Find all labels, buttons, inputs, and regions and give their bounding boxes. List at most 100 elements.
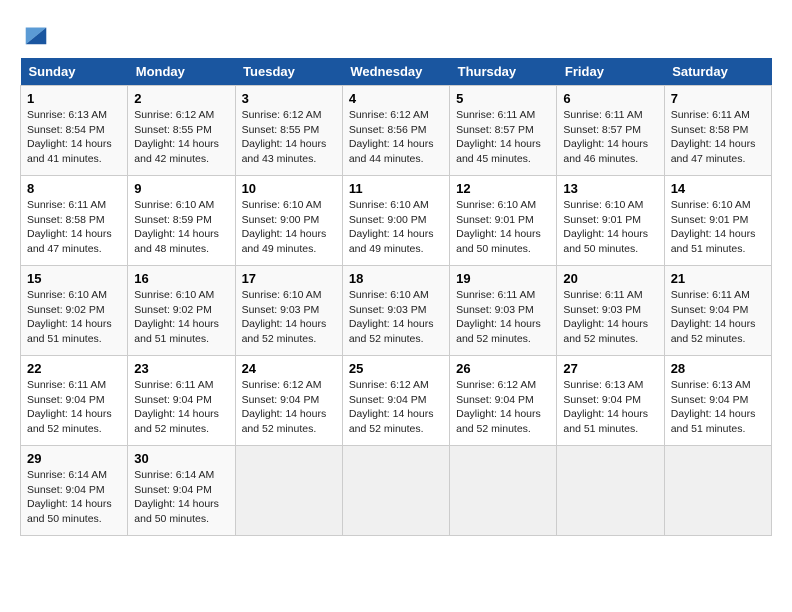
- logo-icon: [22, 20, 50, 48]
- day-info: Sunrise: 6:11 AM Sunset: 8:57 PM Dayligh…: [563, 109, 648, 165]
- day-info: Sunrise: 6:13 AM Sunset: 9:04 PM Dayligh…: [671, 379, 756, 435]
- day-number: 23: [134, 361, 228, 376]
- calendar-cell: [557, 446, 664, 536]
- calendar-cell: 4 Sunrise: 6:12 AM Sunset: 8:56 PM Dayli…: [342, 86, 449, 176]
- calendar-week-row: 1 Sunrise: 6:13 AM Sunset: 8:54 PM Dayli…: [21, 86, 772, 176]
- day-info: Sunrise: 6:10 AM Sunset: 9:03 PM Dayligh…: [349, 289, 434, 345]
- day-number: 16: [134, 271, 228, 286]
- weekday-header: Friday: [557, 58, 664, 86]
- day-number: 10: [242, 181, 336, 196]
- calendar-week-row: 29 Sunrise: 6:14 AM Sunset: 9:04 PM Dayl…: [21, 446, 772, 536]
- page-header: [20, 20, 772, 48]
- calendar-cell: 12 Sunrise: 6:10 AM Sunset: 9:01 PM Dayl…: [450, 176, 557, 266]
- calendar-week-row: 22 Sunrise: 6:11 AM Sunset: 9:04 PM Dayl…: [21, 356, 772, 446]
- calendar-cell: 30 Sunrise: 6:14 AM Sunset: 9:04 PM Dayl…: [128, 446, 235, 536]
- calendar-cell: [664, 446, 771, 536]
- calendar-cell: [450, 446, 557, 536]
- calendar-cell: 9 Sunrise: 6:10 AM Sunset: 8:59 PM Dayli…: [128, 176, 235, 266]
- weekday-header: Wednesday: [342, 58, 449, 86]
- logo: [20, 20, 50, 48]
- day-number: 6: [563, 91, 657, 106]
- day-info: Sunrise: 6:12 AM Sunset: 8:56 PM Dayligh…: [349, 109, 434, 165]
- calendar-cell: 29 Sunrise: 6:14 AM Sunset: 9:04 PM Dayl…: [21, 446, 128, 536]
- day-number: 22: [27, 361, 121, 376]
- calendar-cell: 10 Sunrise: 6:10 AM Sunset: 9:00 PM Dayl…: [235, 176, 342, 266]
- calendar-cell: 7 Sunrise: 6:11 AM Sunset: 8:58 PM Dayli…: [664, 86, 771, 176]
- weekday-header: Monday: [128, 58, 235, 86]
- day-info: Sunrise: 6:10 AM Sunset: 9:00 PM Dayligh…: [242, 199, 327, 255]
- weekday-header: Thursday: [450, 58, 557, 86]
- calendar-cell: 13 Sunrise: 6:10 AM Sunset: 9:01 PM Dayl…: [557, 176, 664, 266]
- day-number: 15: [27, 271, 121, 286]
- day-number: 13: [563, 181, 657, 196]
- day-info: Sunrise: 6:13 AM Sunset: 8:54 PM Dayligh…: [27, 109, 112, 165]
- day-info: Sunrise: 6:12 AM Sunset: 9:04 PM Dayligh…: [349, 379, 434, 435]
- day-info: Sunrise: 6:12 AM Sunset: 8:55 PM Dayligh…: [242, 109, 327, 165]
- calendar-cell: 1 Sunrise: 6:13 AM Sunset: 8:54 PM Dayli…: [21, 86, 128, 176]
- day-info: Sunrise: 6:10 AM Sunset: 9:00 PM Dayligh…: [349, 199, 434, 255]
- day-number: 24: [242, 361, 336, 376]
- calendar-cell: 26 Sunrise: 6:12 AM Sunset: 9:04 PM Dayl…: [450, 356, 557, 446]
- day-number: 8: [27, 181, 121, 196]
- day-number: 19: [456, 271, 550, 286]
- calendar-cell: 16 Sunrise: 6:10 AM Sunset: 9:02 PM Dayl…: [128, 266, 235, 356]
- day-number: 26: [456, 361, 550, 376]
- day-number: 30: [134, 451, 228, 466]
- calendar-cell: 25 Sunrise: 6:12 AM Sunset: 9:04 PM Dayl…: [342, 356, 449, 446]
- day-info: Sunrise: 6:12 AM Sunset: 9:04 PM Dayligh…: [242, 379, 327, 435]
- day-info: Sunrise: 6:11 AM Sunset: 8:58 PM Dayligh…: [671, 109, 756, 165]
- day-info: Sunrise: 6:11 AM Sunset: 9:03 PM Dayligh…: [563, 289, 648, 345]
- calendar-cell: 2 Sunrise: 6:12 AM Sunset: 8:55 PM Dayli…: [128, 86, 235, 176]
- day-number: 21: [671, 271, 765, 286]
- day-info: Sunrise: 6:12 AM Sunset: 9:04 PM Dayligh…: [456, 379, 541, 435]
- day-number: 18: [349, 271, 443, 286]
- calendar-cell: [235, 446, 342, 536]
- calendar-cell: 21 Sunrise: 6:11 AM Sunset: 9:04 PM Dayl…: [664, 266, 771, 356]
- calendar-week-row: 8 Sunrise: 6:11 AM Sunset: 8:58 PM Dayli…: [21, 176, 772, 266]
- day-number: 14: [671, 181, 765, 196]
- day-info: Sunrise: 6:10 AM Sunset: 9:02 PM Dayligh…: [134, 289, 219, 345]
- calendar-cell: 20 Sunrise: 6:11 AM Sunset: 9:03 PM Dayl…: [557, 266, 664, 356]
- day-number: 4: [349, 91, 443, 106]
- day-number: 7: [671, 91, 765, 106]
- day-info: Sunrise: 6:11 AM Sunset: 8:58 PM Dayligh…: [27, 199, 112, 255]
- day-info: Sunrise: 6:13 AM Sunset: 9:04 PM Dayligh…: [563, 379, 648, 435]
- day-number: 20: [563, 271, 657, 286]
- day-number: 12: [456, 181, 550, 196]
- calendar-cell: 15 Sunrise: 6:10 AM Sunset: 9:02 PM Dayl…: [21, 266, 128, 356]
- weekday-header-row: SundayMondayTuesdayWednesdayThursdayFrid…: [21, 58, 772, 86]
- day-number: 29: [27, 451, 121, 466]
- day-info: Sunrise: 6:10 AM Sunset: 9:01 PM Dayligh…: [563, 199, 648, 255]
- calendar-table: SundayMondayTuesdayWednesdayThursdayFrid…: [20, 58, 772, 536]
- day-info: Sunrise: 6:10 AM Sunset: 9:01 PM Dayligh…: [456, 199, 541, 255]
- day-number: 3: [242, 91, 336, 106]
- day-info: Sunrise: 6:10 AM Sunset: 9:02 PM Dayligh…: [27, 289, 112, 345]
- calendar-cell: 18 Sunrise: 6:10 AM Sunset: 9:03 PM Dayl…: [342, 266, 449, 356]
- day-number: 11: [349, 181, 443, 196]
- calendar-cell: 8 Sunrise: 6:11 AM Sunset: 8:58 PM Dayli…: [21, 176, 128, 266]
- day-info: Sunrise: 6:10 AM Sunset: 9:03 PM Dayligh…: [242, 289, 327, 345]
- day-number: 5: [456, 91, 550, 106]
- day-info: Sunrise: 6:11 AM Sunset: 9:03 PM Dayligh…: [456, 289, 541, 345]
- calendar-cell: [342, 446, 449, 536]
- day-info: Sunrise: 6:11 AM Sunset: 8:57 PM Dayligh…: [456, 109, 541, 165]
- calendar-cell: 23 Sunrise: 6:11 AM Sunset: 9:04 PM Dayl…: [128, 356, 235, 446]
- day-info: Sunrise: 6:11 AM Sunset: 9:04 PM Dayligh…: [671, 289, 756, 345]
- day-info: Sunrise: 6:14 AM Sunset: 9:04 PM Dayligh…: [27, 469, 112, 525]
- day-number: 25: [349, 361, 443, 376]
- calendar-cell: 28 Sunrise: 6:13 AM Sunset: 9:04 PM Dayl…: [664, 356, 771, 446]
- day-info: Sunrise: 6:10 AM Sunset: 8:59 PM Dayligh…: [134, 199, 219, 255]
- day-number: 28: [671, 361, 765, 376]
- weekday-header: Sunday: [21, 58, 128, 86]
- weekday-header: Tuesday: [235, 58, 342, 86]
- calendar-cell: 14 Sunrise: 6:10 AM Sunset: 9:01 PM Dayl…: [664, 176, 771, 266]
- calendar-cell: 27 Sunrise: 6:13 AM Sunset: 9:04 PM Dayl…: [557, 356, 664, 446]
- calendar-cell: 5 Sunrise: 6:11 AM Sunset: 8:57 PM Dayli…: [450, 86, 557, 176]
- day-number: 1: [27, 91, 121, 106]
- day-number: 2: [134, 91, 228, 106]
- calendar-cell: 19 Sunrise: 6:11 AM Sunset: 9:03 PM Dayl…: [450, 266, 557, 356]
- calendar-cell: 6 Sunrise: 6:11 AM Sunset: 8:57 PM Dayli…: [557, 86, 664, 176]
- day-info: Sunrise: 6:11 AM Sunset: 9:04 PM Dayligh…: [134, 379, 219, 435]
- day-info: Sunrise: 6:14 AM Sunset: 9:04 PM Dayligh…: [134, 469, 219, 525]
- day-info: Sunrise: 6:11 AM Sunset: 9:04 PM Dayligh…: [27, 379, 112, 435]
